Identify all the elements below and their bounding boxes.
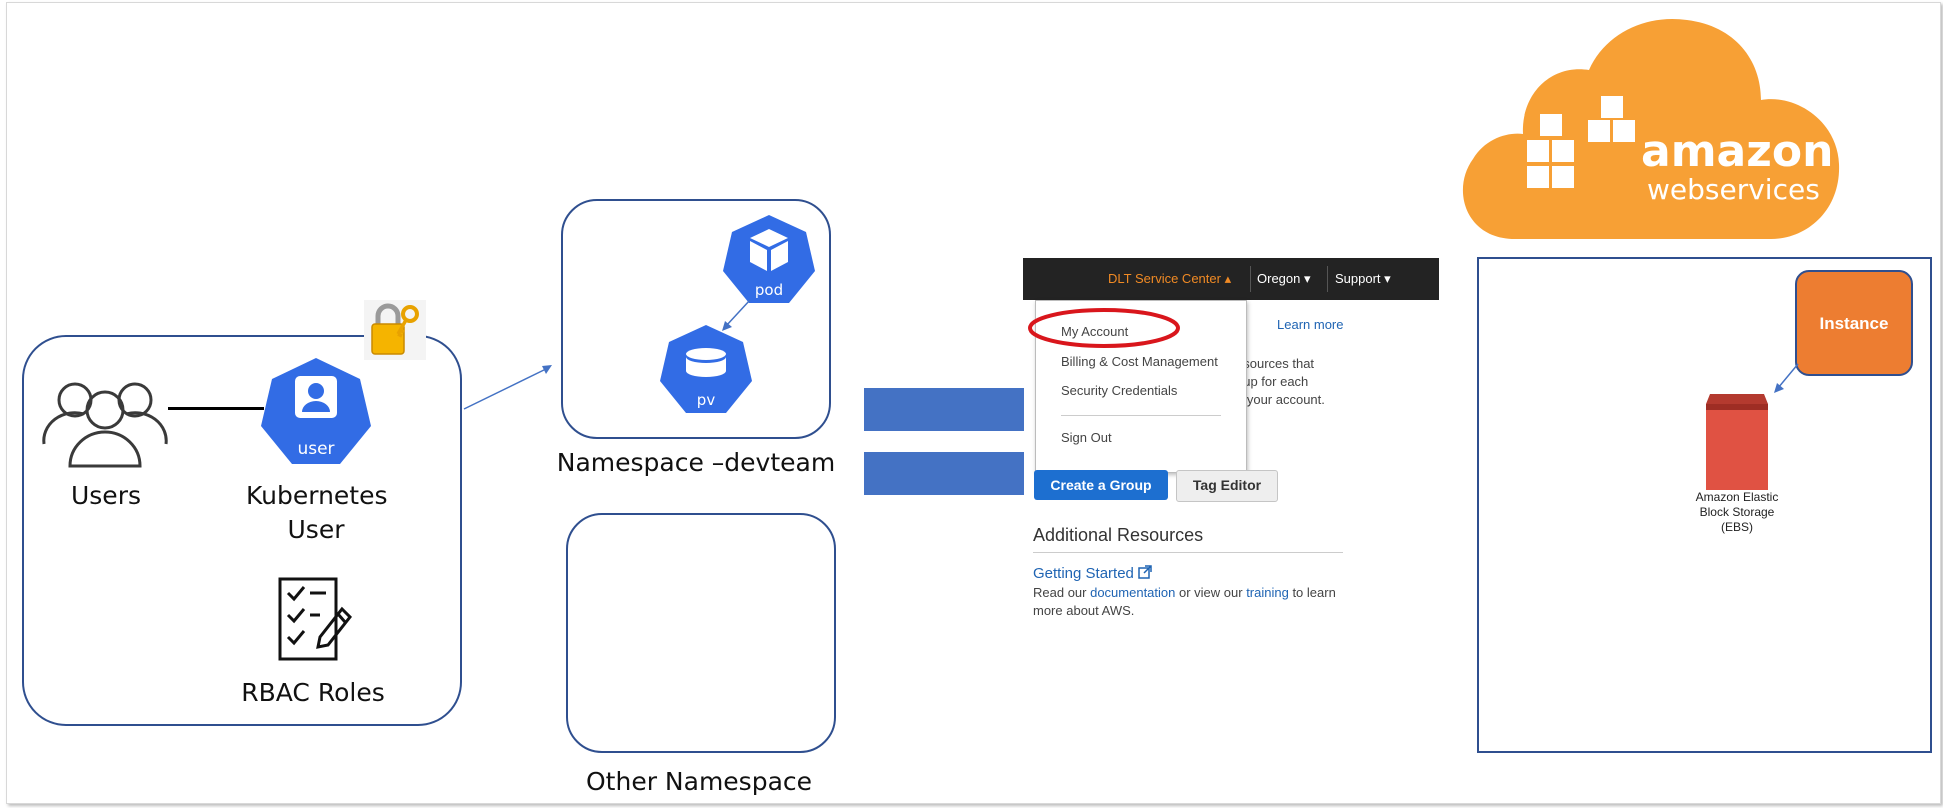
account-menu-label: DLT Service Center bbox=[1108, 271, 1221, 286]
pod-icon-text: pod bbox=[755, 281, 783, 299]
menu-item-security-credentials[interactable]: Security Credentials bbox=[1061, 383, 1177, 398]
read-suffix: to learn bbox=[1288, 585, 1336, 600]
documentation-link[interactable]: documentation bbox=[1090, 585, 1175, 600]
getting-started-link[interactable]: Getting Started bbox=[1033, 565, 1152, 582]
read-prefix: Read our bbox=[1033, 585, 1091, 600]
lock-key-icon bbox=[364, 300, 426, 360]
read-docs-line2: more about AWS. bbox=[1033, 603, 1135, 618]
users-group-icon bbox=[42, 382, 168, 468]
additional-resources-divider bbox=[1033, 552, 1343, 553]
support-menu-label: Support bbox=[1335, 271, 1381, 286]
additional-resources-title: Additional Resources bbox=[1033, 525, 1204, 545]
highlight-ellipse bbox=[1028, 308, 1180, 348]
users-to-user-line bbox=[168, 407, 264, 410]
instance-to-ebs-arrow bbox=[1774, 363, 1799, 393]
other-namespace-label: Other Namespace bbox=[586, 767, 813, 796]
equals-bar-top bbox=[864, 388, 1024, 431]
ebs-label-line1: Amazon Elastic bbox=[1695, 490, 1779, 504]
ebs-label-line3: (EBS) bbox=[1720, 520, 1753, 534]
kubernetes-user-label-line1: Kubernetes bbox=[246, 481, 388, 510]
namespace-devteam-label: Namespace –devteam bbox=[556, 448, 836, 477]
user-icon-text: user bbox=[297, 439, 334, 459]
aws-logo-text-line2: webservices bbox=[1647, 173, 1820, 206]
ebs-volume-icon bbox=[1706, 394, 1768, 490]
equals-bar-bottom bbox=[864, 452, 1024, 495]
getting-started-text: Getting Started bbox=[1033, 565, 1134, 582]
menu-divider bbox=[1061, 415, 1221, 416]
ebs-label-line2: Block Storage bbox=[1699, 505, 1775, 519]
topbar-divider bbox=[1327, 266, 1328, 292]
kubernetes-user-icon: user bbox=[261, 358, 371, 464]
read-docs-line: Read our documentation or view our train… bbox=[1033, 585, 1336, 600]
other-namespace-box bbox=[566, 513, 836, 753]
learn-more-link[interactable]: Learn more bbox=[1277, 317, 1343, 332]
aws-cloud-logo: amazon webservices bbox=[1462, 18, 1840, 239]
topbar-divider bbox=[1250, 266, 1251, 292]
rbac-checklist-icon bbox=[278, 577, 353, 661]
ebs-label: Amazon Elastic Block Storage (EBS) bbox=[1672, 490, 1802, 535]
read-mid: or view our bbox=[1175, 585, 1247, 600]
account-menu[interactable]: DLT Service Center ▴ bbox=[1108, 271, 1231, 287]
users-label: Users bbox=[70, 481, 141, 510]
external-link-icon bbox=[1138, 565, 1152, 579]
create-group-button[interactable]: Create a Group bbox=[1034, 470, 1168, 500]
instance-box: Instance bbox=[1795, 270, 1913, 376]
partial-text-line: n your account. bbox=[1236, 392, 1325, 407]
support-menu[interactable]: Support ▾ bbox=[1335, 271, 1391, 287]
region-menu[interactable]: Oregon ▾ bbox=[1257, 271, 1311, 287]
region-menu-label: Oregon bbox=[1257, 271, 1301, 286]
menu-item-billing[interactable]: Billing & Cost Management bbox=[1061, 354, 1218, 369]
menu-item-sign-out[interactable]: Sign Out bbox=[1061, 430, 1112, 445]
rbac-roles-label: RBAC Roles bbox=[241, 678, 385, 707]
instance-label: Instance bbox=[1819, 314, 1889, 333]
pod-icon: pod bbox=[723, 215, 815, 303]
kubernetes-user-label-line2: User bbox=[287, 515, 345, 544]
group-to-namespace-arrow bbox=[463, 365, 552, 410]
pv-icon-text: pv bbox=[697, 391, 716, 409]
tag-editor-button[interactable]: Tag Editor bbox=[1176, 470, 1278, 502]
aws-logo-text-line1: amazon bbox=[1641, 126, 1833, 177]
aws-console-topbar: DLT Service Center ▴ Oregon ▾ Support ▾ bbox=[1023, 258, 1439, 300]
training-link[interactable]: training bbox=[1246, 585, 1289, 600]
pv-icon: pv bbox=[660, 325, 752, 413]
partial-text-line: esources that bbox=[1236, 356, 1315, 371]
